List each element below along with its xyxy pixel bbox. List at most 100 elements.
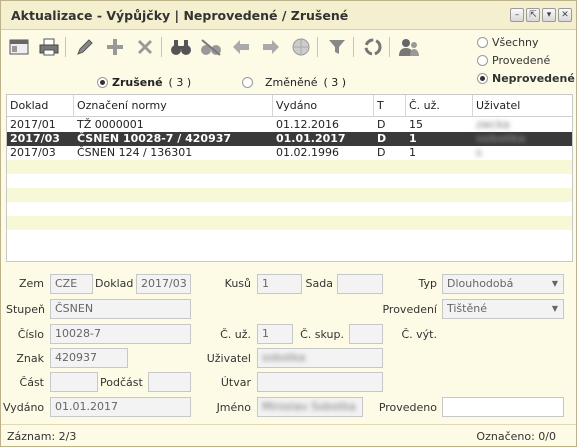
dropdown-button[interactable]: ▾ xyxy=(542,8,556,22)
utvar-label: Útvar xyxy=(220,376,251,389)
table-row[interactable]: 2017/03 ČSNEN 10028-7 / 420937 01.01.2017 D… xyxy=(7,132,572,146)
provedeni-select[interactable]: Tištěné ▼ xyxy=(442,299,564,319)
cvyt-label: Č. výt. xyxy=(401,328,437,341)
record-counter: Záznam: 2/3 xyxy=(7,430,77,443)
table-cell: 2017/03 xyxy=(10,132,60,145)
table-cell: 01.12.2016 xyxy=(276,118,339,131)
table-cell: TŽ 0000001 xyxy=(77,118,144,131)
provedeno-field[interactable] xyxy=(442,397,564,417)
add-icon[interactable] xyxy=(103,35,127,59)
doklad-field[interactable]: 2017/03 xyxy=(136,274,191,294)
status-bar: Záznam: 2/3 Označeno: 0/0 xyxy=(1,424,576,446)
cast-field[interactable] xyxy=(50,372,98,392)
table-cell: 15 xyxy=(409,118,423,131)
app-window: Aktualizace - Výpůjčky | Neprovedené / Z… xyxy=(0,0,577,447)
table-cell: 1 xyxy=(409,132,417,145)
subfilter-zmenene[interactable]: Změněné ( 3 ) xyxy=(242,76,346,89)
table-row[interactable]: 2017/03 ČSNEN 124 / 136301 01.02.1996 D 1 s xyxy=(7,146,572,160)
sada-field[interactable] xyxy=(337,274,383,294)
users-icon[interactable] xyxy=(397,35,421,59)
radio-neprovedene[interactable] xyxy=(477,72,488,84)
zem-field[interactable]: CZE xyxy=(50,274,93,294)
doklad-label: Doklad xyxy=(95,277,134,290)
table-cell: ČSNEN 124 / 136301 xyxy=(77,146,193,159)
grid-header: Doklad Označení normy Vydáno T Č. už. Už… xyxy=(7,95,572,117)
col-oznaceni[interactable]: Označení normy xyxy=(74,95,273,117)
table-row[interactable] xyxy=(7,174,572,188)
print-icon[interactable] xyxy=(37,35,61,59)
vydano-field[interactable]: 01.01.2017 xyxy=(50,397,191,417)
col-vydano[interactable]: Vydáno xyxy=(273,95,374,117)
typ-select[interactable]: Dlouhodobá ▼ xyxy=(442,274,564,294)
filter-option-neprovedene[interactable]: Neprovedené xyxy=(477,69,575,87)
uzivatel-label: Uživatel xyxy=(206,352,251,365)
table-cell: ČSNEN 10028-7 / 420937 xyxy=(77,132,232,145)
table-row[interactable] xyxy=(7,188,572,202)
kusu-field[interactable]: 1 xyxy=(257,274,302,294)
minimize-button[interactable]: – xyxy=(510,8,524,22)
radio-vsechny[interactable] xyxy=(477,36,488,48)
filter-option-provedene[interactable]: Provedené xyxy=(477,51,575,69)
table-cell: 01.01.2017 xyxy=(276,132,346,145)
uzivatel-field[interactable]: sobotka xyxy=(257,348,383,368)
table-cell: 1 xyxy=(409,146,416,159)
chevron-down-icon: ▼ xyxy=(551,304,558,313)
table-cell: D xyxy=(377,118,386,131)
radio-provedene[interactable] xyxy=(477,54,488,66)
binoculars-icon[interactable] xyxy=(169,35,193,59)
arrow-left-icon[interactable] xyxy=(229,35,253,59)
cast-label: Část xyxy=(19,376,44,389)
stupen-field[interactable]: ČSNEN xyxy=(50,299,191,319)
recycle-icon[interactable] xyxy=(361,35,385,59)
table-cell: 2017/01 xyxy=(10,118,56,131)
table-cell: s xyxy=(476,146,482,159)
close-button[interactable]: ✕ xyxy=(558,8,572,22)
cuz-label: Č. už. xyxy=(220,328,251,341)
col-doklad[interactable]: Doklad xyxy=(7,95,74,117)
table-cell: D xyxy=(377,146,386,159)
subfilter-zrusene[interactable]: Zrušené ( 3 ) xyxy=(97,76,191,89)
podcast-field[interactable] xyxy=(148,372,191,392)
table-row[interactable] xyxy=(7,160,572,174)
chevron-down-icon: ▼ xyxy=(551,279,558,288)
window-icon[interactable] xyxy=(7,35,31,59)
window-title: Aktualizace - Výpůjčky | Neprovedené / Z… xyxy=(11,8,349,23)
table-row[interactable]: 2017/01 TŽ 0000001 01.12.2016 D 15 zwcka xyxy=(7,118,572,132)
col-uzivatel[interactable]: Uživatel xyxy=(473,95,572,117)
search-off-icon[interactable] xyxy=(199,35,223,59)
utvar-field[interactable] xyxy=(257,372,383,392)
radio-zrusene[interactable] xyxy=(97,77,108,88)
status-filter: Všechny Provedené Neprovedené xyxy=(477,33,575,87)
col-cuz[interactable]: Č. už. xyxy=(406,95,473,117)
kusu-label: Kusů xyxy=(224,277,251,290)
marked-counter: Označeno: 0/0 xyxy=(476,430,556,443)
table-row[interactable] xyxy=(7,202,572,216)
table-cell: 01.02.1996 xyxy=(276,146,339,159)
col-t[interactable]: T xyxy=(374,95,406,117)
provedeno-label: Provedeno xyxy=(378,401,437,414)
cskup-field[interactable] xyxy=(349,324,383,344)
delete-icon[interactable] xyxy=(133,35,157,59)
jmeno-field[interactable]: Miroslav Sobotka xyxy=(257,397,363,417)
edit-icon[interactable] xyxy=(73,35,97,59)
table-cell: 2017/03 xyxy=(10,146,56,159)
jmeno-label: Jméno xyxy=(216,401,251,414)
table-cell: D xyxy=(377,132,387,145)
sada-label: Sada xyxy=(305,277,333,290)
cuz-field[interactable]: 1 xyxy=(257,324,293,344)
provedeni-label: Provedení xyxy=(382,303,437,316)
znak-field[interactable]: 420937 xyxy=(50,348,128,368)
table-cell: zwcka xyxy=(476,118,510,131)
globe-icon[interactable] xyxy=(289,35,313,59)
cislo-field[interactable]: 10028-7 xyxy=(50,324,191,344)
title-bar: Aktualizace - Výpůjčky | Neprovedené / Z… xyxy=(1,1,576,30)
filter-option-vsechny[interactable]: Všechny xyxy=(477,33,575,51)
podcast-label: Podčást xyxy=(100,376,143,389)
radio-zmenene[interactable] xyxy=(242,77,253,88)
popout-button[interactable]: ⇱ xyxy=(526,8,540,22)
arrow-right-icon[interactable] xyxy=(259,35,283,59)
cislo-label: Číslo xyxy=(17,328,44,341)
table-row[interactable] xyxy=(7,230,572,244)
filter-icon[interactable] xyxy=(325,35,349,59)
table-row[interactable] xyxy=(7,216,572,230)
